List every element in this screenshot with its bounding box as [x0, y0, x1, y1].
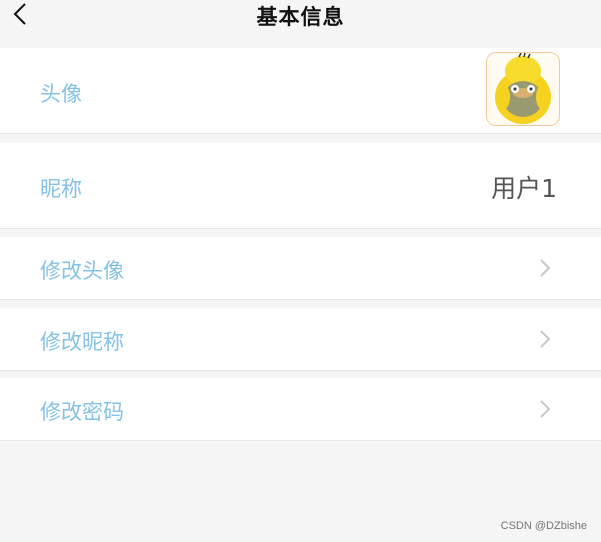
chevron-right-icon — [540, 330, 551, 348]
change-password-label: 修改密码 — [40, 400, 124, 424]
change-avatar-row[interactable]: 修改头像 — [0, 237, 601, 300]
nav-bar: 基本信息 — [0, 0, 601, 30]
change-nickname-label: 修改昵称 — [40, 330, 124, 354]
chevron-right-icon — [540, 400, 551, 418]
change-password-row[interactable]: 修改密码 — [0, 378, 601, 441]
nickname-row[interactable]: 昵称 用户1 — [0, 143, 601, 229]
chevron-right-icon — [540, 259, 551, 277]
page-title: 基本信息 — [256, 5, 345, 29]
nickname-value: 用户1 — [491, 174, 557, 203]
avatar[interactable] — [486, 52, 560, 126]
change-avatar-label: 修改头像 — [40, 259, 124, 283]
watermark: CSDN @DZbishe — [500, 520, 587, 532]
nickname-label: 昵称 — [40, 177, 82, 201]
change-nickname-row[interactable]: 修改昵称 — [0, 308, 601, 371]
duck-avatar-icon — [487, 53, 559, 125]
avatar-row[interactable]: 头像 — [0, 48, 601, 134]
avatar-label: 头像 — [40, 82, 82, 106]
